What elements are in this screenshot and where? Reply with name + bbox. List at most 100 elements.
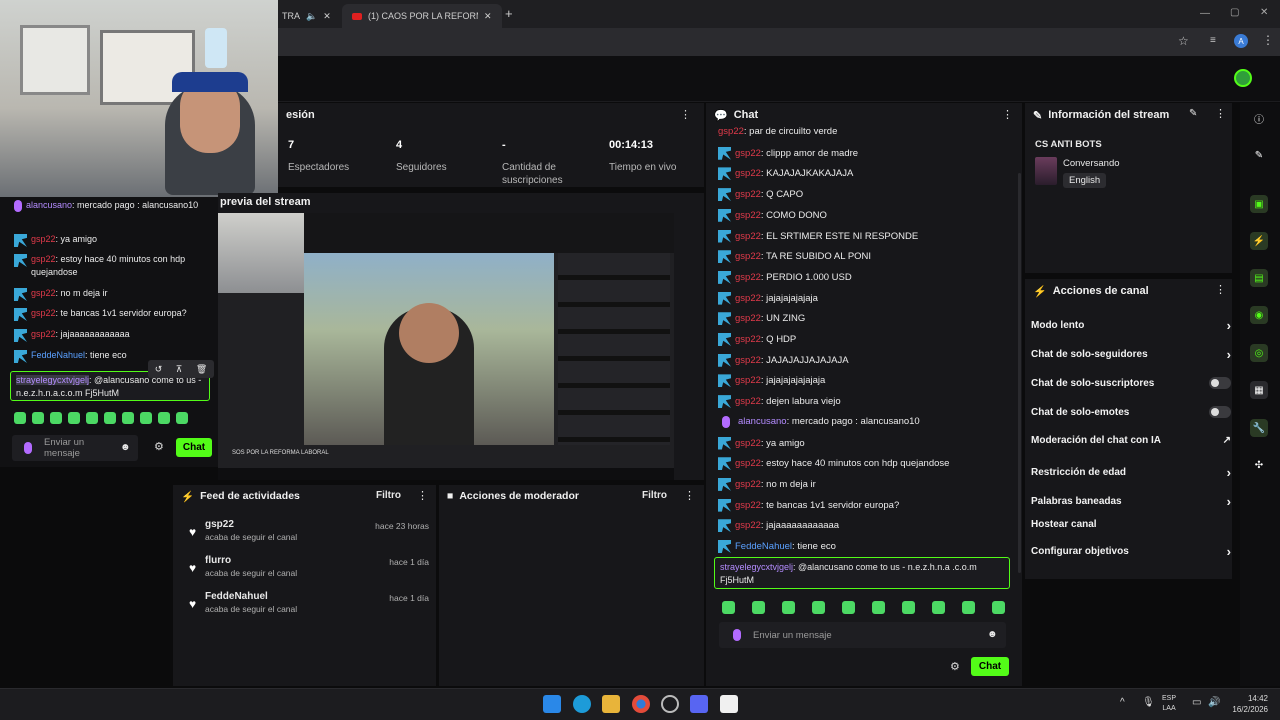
close-tab-icon[interactable]: ✕ — [323, 11, 331, 22]
chat-username[interactable]: gsp22 — [735, 313, 761, 324]
chrome-icon[interactable] — [632, 695, 650, 713]
channel-action-item[interactable]: Configurar objetivos › — [1031, 544, 1231, 559]
delete-icon[interactable]: 🗑 — [196, 364, 207, 375]
chat-username[interactable]: gsp22 — [735, 168, 761, 179]
panel-menu-icon[interactable]: ⋮ — [680, 108, 691, 121]
toggle-switch[interactable] — [1209, 377, 1231, 389]
chat-username[interactable]: gsp22 — [735, 500, 761, 511]
emote-icon[interactable] — [104, 412, 116, 424]
channel-action-item[interactable]: Palabras baneadas › — [1031, 494, 1231, 509]
pin-icon[interactable]: ⊼ — [176, 364, 183, 375]
channel-action-item[interactable]: Restricción de edad › — [1031, 465, 1231, 480]
chat-username[interactable]: gsp22 — [735, 375, 761, 386]
chat-username[interactable]: alancusano — [26, 200, 72, 210]
toggle-switch[interactable] — [1209, 406, 1231, 418]
chat-username[interactable]: gsp22 — [735, 210, 761, 221]
chat-username[interactable]: gsp22 — [735, 396, 761, 407]
chat-username[interactable]: strayelegycxtvjgelj — [16, 375, 90, 385]
browser-tab-active[interactable]: (1) CAOS POR LA REFORMA LA ✕ — [342, 4, 502, 28]
emote-icon[interactable] — [86, 412, 98, 424]
emote-icon[interactable] — [68, 412, 80, 424]
chat-username[interactable]: gsp22 — [718, 126, 744, 137]
chat-username[interactable]: gsp22 — [735, 458, 761, 469]
minimize-icon[interactable]: — — [1200, 8, 1210, 19]
mute-icon[interactable]: 🔈 — [306, 11, 317, 22]
chat-username[interactable]: alancusano — [738, 416, 787, 427]
browser-menu-icon[interactable]: ⋮ — [1262, 33, 1274, 47]
chat-send-button-left[interactable]: Chat — [176, 438, 212, 457]
emote-icon[interactable] — [902, 601, 915, 614]
wrench-icon[interactable]: 🔧 — [1250, 419, 1268, 437]
close-tab-icon[interactable]: ✕ — [484, 11, 492, 22]
chat-send-button[interactable]: Chat — [971, 657, 1009, 676]
chat-username[interactable]: gsp22 — [735, 272, 761, 283]
discord-icon[interactable] — [690, 695, 708, 713]
channel-action-item[interactable]: Modo lento › — [1031, 318, 1231, 333]
restore-icon[interactable]: ▢ — [1230, 7, 1239, 18]
emote-icon[interactable] — [50, 412, 62, 424]
start-menu-icon[interactable] — [543, 695, 561, 713]
chat-username[interactable]: gsp22 — [735, 438, 761, 449]
chat-username[interactable]: gsp22 — [31, 288, 56, 298]
emote-icon[interactable] — [782, 601, 795, 614]
emote-icon[interactable] — [992, 601, 1005, 614]
chat-menu-icon[interactable]: ⋮ — [1002, 108, 1013, 121]
chat-username[interactable]: gsp22 — [735, 189, 761, 200]
highlighted-message[interactable]: strayelegycxtvjgelj: @alancusano come to… — [714, 557, 1010, 589]
extensions-icon[interactable]: ✣ — [1250, 456, 1268, 474]
network-icon[interactable]: ▭ — [1192, 697, 1201, 708]
chat-scrollbar[interactable] — [1018, 173, 1021, 573]
emote-icon[interactable] — [932, 601, 945, 614]
bookmark-star-icon[interactable]: ☆ — [1178, 34, 1189, 48]
chat-bubble-icon[interactable]: ◉ — [1250, 306, 1268, 324]
edit-icon[interactable]: ✎ — [1250, 146, 1268, 164]
feed-filter-button[interactable]: Filtro — [376, 490, 401, 501]
chat-username[interactable]: gsp22 — [735, 355, 761, 366]
app-icon[interactable] — [661, 695, 679, 713]
emote-icon[interactable] — [872, 601, 885, 614]
info-menu-icon[interactable]: ⋮ — [1215, 107, 1226, 120]
channel-action-item[interactable]: Moderación del chat con IA ↗ — [1031, 435, 1231, 446]
clock[interactable]: 14:42 16/2/2026 — [1224, 693, 1268, 715]
chat-settings-icon[interactable]: ⚙ — [950, 660, 960, 673]
close-window-icon[interactable]: ✕ — [1260, 7, 1268, 18]
stream-video[interactable]: SOS POR LA REFORMA LABORAL — [218, 213, 674, 480]
settings-gear-icon[interactable]: ⚙ — [154, 440, 164, 453]
moderator-menu-icon[interactable]: ⋮ — [684, 489, 695, 502]
emoji-icon[interactable]: ☻ — [987, 629, 998, 640]
emote-icon[interactable] — [752, 601, 765, 614]
chat-username[interactable]: strayelegycxtvjgelj — [720, 562, 793, 572]
emote-icon[interactable] — [158, 412, 170, 424]
app-icon-2[interactable] — [720, 695, 738, 713]
channel-action-item[interactable]: Chat de solo-emotes — [1031, 406, 1231, 418]
channel-action-item[interactable]: Chat de solo-suscriptores — [1031, 377, 1231, 389]
browser-tab[interactable]: TRA 🔈 ✕ — [272, 4, 341, 28]
chat-username[interactable]: gsp22 — [735, 293, 761, 304]
document-icon[interactable]: ▤ — [1250, 269, 1268, 287]
chat-username[interactable]: gsp22 — [31, 254, 56, 264]
lightning-icon[interactable]: ⚡ — [1250, 232, 1268, 250]
widget-icon[interactable]: ▣ — [1250, 195, 1268, 213]
chat-username[interactable]: gsp22 — [735, 479, 761, 490]
layout-icon[interactable]: ▦ — [1250, 381, 1268, 399]
chat-username[interactable]: gsp22 — [735, 148, 761, 159]
chat-username[interactable]: gsp22 — [735, 520, 761, 531]
chat-username[interactable]: gsp22 — [735, 231, 761, 242]
tray-mic-icon[interactable]: 🎙 — [1142, 697, 1155, 708]
user-avatar[interactable] — [1234, 69, 1252, 87]
reply-icon[interactable]: ↺ — [155, 364, 163, 375]
emote-icon[interactable] — [962, 601, 975, 614]
channel-action-item[interactable]: Hostear canal — [1031, 519, 1231, 530]
channel-action-item[interactable]: Chat de solo-seguidores › — [1031, 347, 1231, 362]
edit-info-icon[interactable]: ✎ — [1189, 108, 1197, 119]
emote-icon[interactable] — [140, 412, 152, 424]
tray-chevron-icon[interactable]: ^ — [1120, 697, 1125, 708]
feed-menu-icon[interactable]: ⋮ — [417, 489, 428, 502]
chat-username[interactable]: gsp22 — [31, 308, 56, 318]
edge-icon[interactable] — [573, 695, 591, 713]
broadcast-icon[interactable]: ◎ — [1250, 344, 1268, 362]
chat-username[interactable]: gsp22 — [31, 329, 56, 339]
chat-username[interactable]: FeddeNahuel — [31, 350, 85, 360]
info-icon[interactable]: ⓘ — [1250, 109, 1268, 127]
chat-input-left[interactable]: Enviar un mensaje ☻ — [12, 435, 138, 461]
